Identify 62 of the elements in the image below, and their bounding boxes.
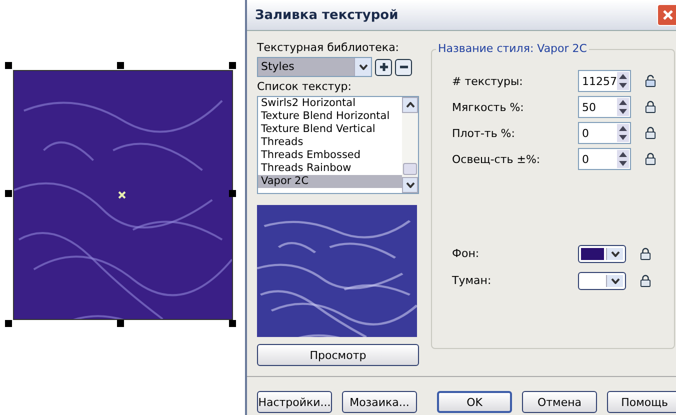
color-picker[interactable] [578, 272, 626, 290]
list-item[interactable]: Texture Blend Horizontal [258, 110, 402, 123]
remove-button[interactable] [395, 58, 412, 76]
parameter-label: # текстуры: [452, 74, 524, 88]
style-name-label: Название стиля: Vapor 2C [436, 42, 589, 55]
number-field[interactable]: 0 [578, 148, 631, 170]
chevron-down-icon [610, 278, 620, 284]
color-label: Туман: [452, 274, 492, 287]
dialog-button[interactable]: Настройки... [257, 391, 332, 413]
dialog-button[interactable]: OK [437, 391, 512, 413]
color-picker[interactable] [578, 244, 626, 262]
minus-icon [398, 65, 408, 69]
lock-icon[interactable] [640, 274, 651, 288]
close-button[interactable] [657, 4, 676, 26]
selection-handle[interactable] [229, 62, 236, 69]
number-field[interactable]: 50 [578, 96, 631, 118]
scrollbar-thumb[interactable] [403, 163, 417, 175]
spin-arrows-icon[interactable] [617, 72, 629, 90]
selection-handle[interactable] [5, 62, 12, 69]
add-button[interactable] [375, 58, 392, 76]
chevron-down-icon [406, 182, 414, 188]
lock-icon[interactable] [645, 126, 656, 140]
chevron-down-icon [610, 250, 620, 256]
dialog-button[interactable]: Помощь [607, 391, 676, 413]
list-item[interactable]: Threads [258, 136, 402, 149]
number-field[interactable]: 11257 [578, 70, 631, 92]
chevron-up-icon [406, 102, 414, 108]
texture-list-label: Список текстур: [257, 80, 352, 93]
center-cross-icon[interactable] [118, 191, 126, 199]
list-item[interactable]: Swirls2 Horizontal [258, 97, 402, 110]
list-item[interactable]: Threads Rainbow [258, 162, 402, 175]
color-label: Фон: [452, 247, 480, 260]
scrollbar[interactable] [402, 97, 418, 193]
selection-handle[interactable] [229, 320, 236, 327]
dialog-button[interactable]: Отмена [522, 391, 597, 413]
list-item[interactable]: Threads Embossed [258, 149, 402, 162]
lock-icon[interactable] [640, 246, 651, 260]
library-dropdown[interactable]: Styles [257, 57, 372, 77]
spin-arrows-icon[interactable] [617, 124, 629, 142]
parameter-label: Мягкость %: [452, 100, 525, 114]
selection-handle[interactable] [229, 190, 236, 197]
list-item[interactable]: Texture Blend Vertical [258, 123, 402, 136]
number-field[interactable]: 0 [578, 122, 631, 144]
plus-icon [378, 62, 388, 72]
spin-arrows-icon[interactable] [617, 150, 629, 168]
preview-button[interactable]: Просмотр [257, 344, 419, 366]
list-item[interactable]: Vapor 2C [258, 175, 402, 188]
spin-arrows-icon[interactable] [617, 98, 629, 116]
lock-icon[interactable] [645, 74, 656, 88]
lock-icon[interactable] [645, 152, 656, 166]
selection-handle[interactable] [117, 320, 124, 327]
parameter-label: Освещ-сть ±%: [452, 152, 542, 166]
lock-icon[interactable] [645, 100, 656, 114]
selection-handle[interactable] [5, 320, 12, 327]
window-title: Заливка текстурой [255, 8, 398, 22]
chevron-down-icon [358, 64, 368, 70]
parameter-label: Плот-ть %: [452, 126, 516, 140]
selection-handle[interactable] [5, 190, 12, 197]
dialog-button[interactable]: Мозаика... [342, 391, 417, 413]
selection-handle[interactable] [117, 62, 124, 69]
library-label: Текстурная библиотека: [257, 41, 400, 54]
close-icon [662, 9, 674, 21]
